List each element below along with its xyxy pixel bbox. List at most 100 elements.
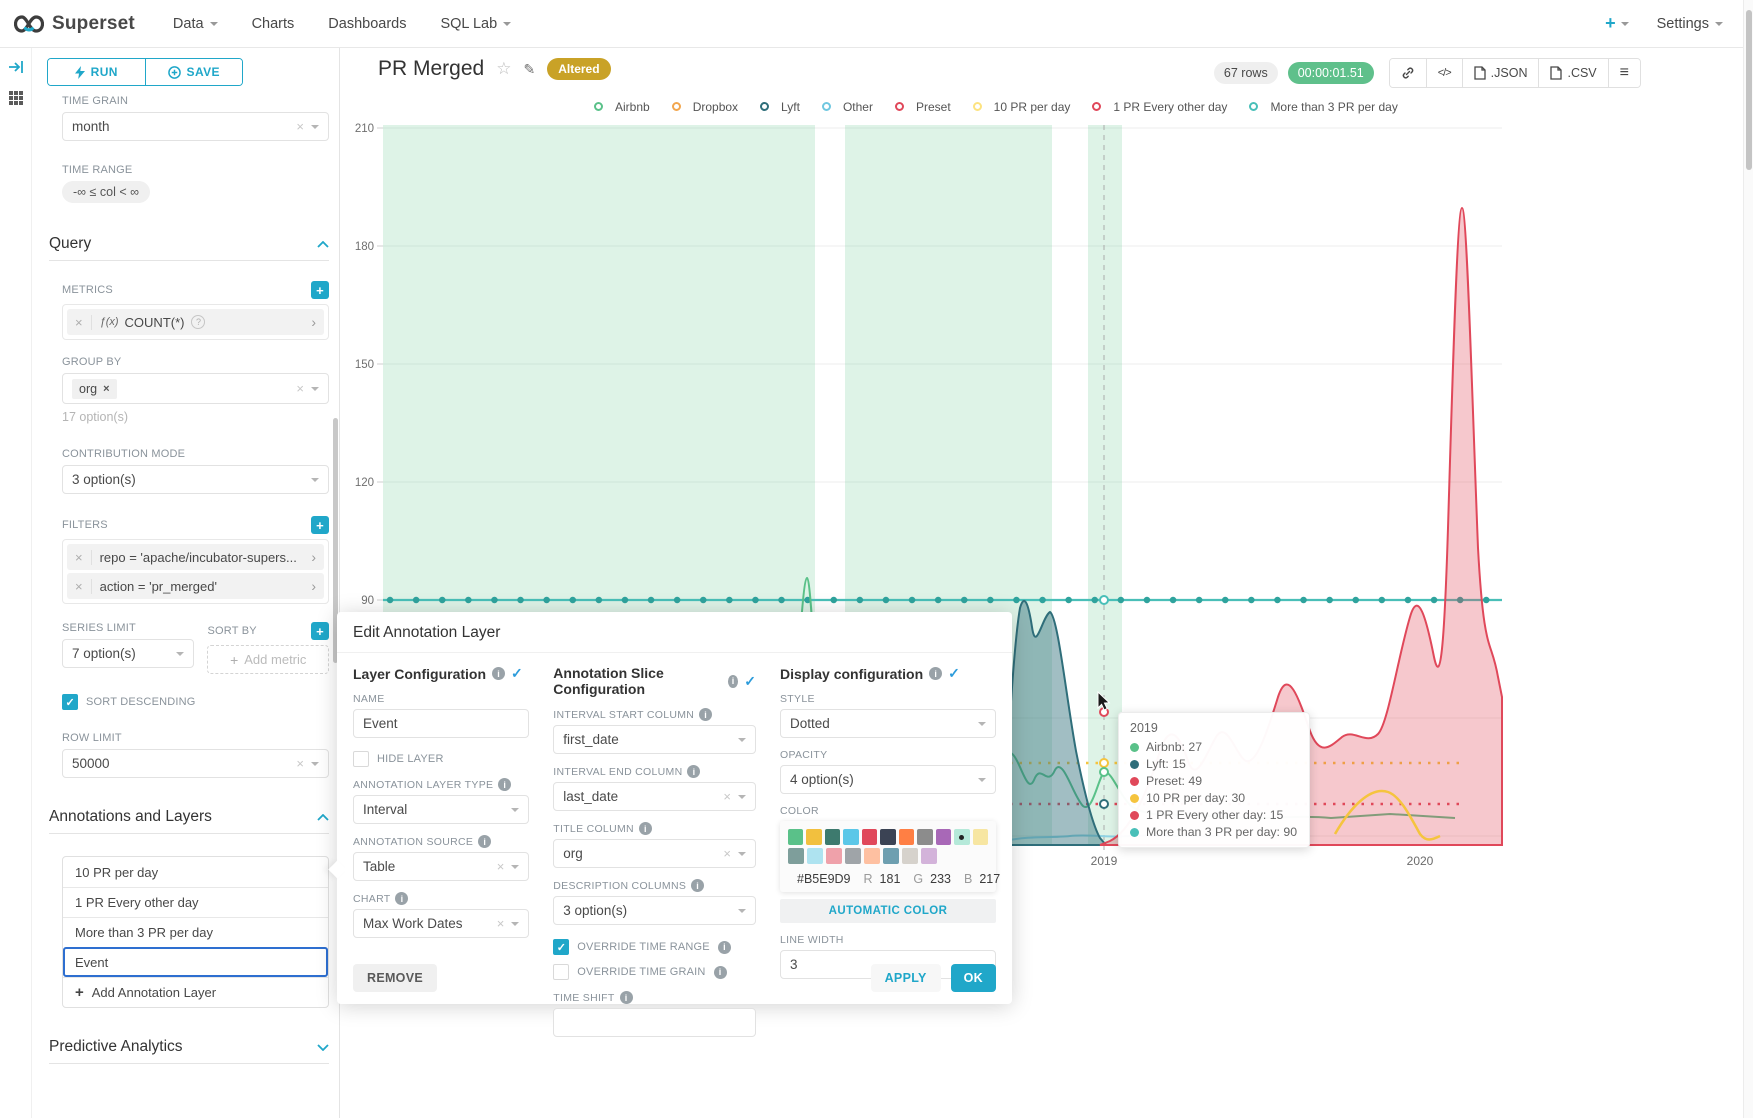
info-icon[interactable]: i — [687, 765, 700, 778]
query-section-header[interactable]: Query — [49, 235, 329, 253]
info-icon[interactable]: i — [492, 667, 505, 680]
row-limit-select[interactable]: 50000 × — [62, 749, 329, 778]
info-icon[interactable]: i — [929, 667, 942, 680]
color-swatch[interactable] — [845, 848, 861, 864]
annotation-layer-type-select[interactable]: Interval — [353, 795, 529, 824]
style-select[interactable]: Dotted — [780, 709, 996, 738]
hide-layer-checkbox[interactable] — [353, 751, 369, 767]
annotation-source-select[interactable]: Table × — [353, 852, 529, 881]
opacity-select[interactable]: 4 option(s) — [780, 765, 996, 794]
annotation-layer-item-selected[interactable]: Event — [63, 947, 328, 977]
remove-button[interactable]: REMOVE — [353, 964, 437, 992]
add-sort-metric-button[interactable]: + — [311, 622, 329, 640]
add-metric-button[interactable]: + — [311, 281, 329, 299]
nav-item-sqllab[interactable]: SQL Lab — [440, 16, 511, 32]
series-limit-select[interactable]: 7 option(s) — [62, 639, 194, 668]
info-icon[interactable]: i — [691, 879, 704, 892]
annotations-section-header[interactable]: Annotations and Layers — [49, 808, 329, 826]
chevron-right-icon[interactable]: › — [311, 578, 316, 594]
add-annotation-layer-button[interactable]: + Add Annotation Layer — [63, 977, 328, 1007]
legend-item[interactable]: Other — [816, 100, 873, 114]
export-csv-button[interactable]: .CSV — [1538, 59, 1607, 87]
legend-item[interactable]: 10 PR per day — [967, 100, 1071, 114]
legend-item[interactable]: Preset — [889, 100, 951, 114]
info-icon[interactable]: i — [639, 822, 652, 835]
color-swatch[interactable] — [864, 848, 880, 864]
clear-icon[interactable]: × — [296, 119, 304, 134]
nav-item-data[interactable]: Data — [173, 16, 218, 32]
info-icon[interactable]: i — [498, 778, 511, 791]
annotation-layer-item[interactable]: More than 3 PR per day — [63, 917, 328, 947]
legend-item[interactable]: More than 3 PR per day — [1243, 100, 1397, 114]
info-icon[interactable]: i — [728, 675, 739, 688]
sort-by-add-metric[interactable]: + Add metric — [207, 645, 329, 674]
color-swatch[interactable] — [902, 848, 918, 864]
filter-pill[interactable]: × repo = 'apache/incubator-supers... › — [67, 544, 324, 570]
interval-end-select[interactable]: last_date × — [553, 782, 756, 811]
more-options-button[interactable]: ≡ — [1608, 59, 1640, 87]
color-swatch[interactable] — [843, 829, 858, 845]
color-swatch[interactable] — [880, 829, 895, 845]
clear-icon[interactable]: × — [296, 381, 304, 396]
remove-metric-icon[interactable]: × — [75, 315, 92, 330]
contribution-mode-select[interactable]: 3 option(s) — [62, 465, 329, 494]
color-swatch[interactable] — [899, 829, 914, 845]
chevron-right-icon[interactable]: › — [311, 549, 316, 565]
page-scrollbar[interactable] — [1743, 0, 1753, 1118]
nav-item-charts[interactable]: Charts — [252, 16, 295, 32]
ok-button[interactable]: OK — [951, 964, 996, 992]
annotation-layer-item[interactable]: 10 PR per day — [63, 857, 328, 887]
color-swatch[interactable] — [788, 829, 803, 845]
color-swatch[interactable] — [788, 848, 804, 864]
time-shift-input[interactable] — [553, 1008, 756, 1037]
superset-logo[interactable]: Superset — [14, 13, 135, 35]
name-input[interactable] — [353, 709, 529, 738]
color-swatch[interactable] — [806, 829, 821, 845]
clear-icon[interactable]: × — [723, 846, 731, 861]
color-swatch[interactable] — [826, 848, 842, 864]
predictive-section-header[interactable]: Predictive Analytics — [49, 1038, 329, 1056]
info-icon[interactable]: i — [395, 892, 408, 905]
automatic-color-button[interactable]: AUTOMATIC COLOR — [780, 899, 996, 923]
annotation-layer-item[interactable]: 1 PR Every other day — [63, 887, 328, 917]
settings-menu[interactable]: Settings — [1657, 16, 1723, 32]
export-json-button[interactable]: .JSON — [1462, 59, 1539, 87]
time-range-pill[interactable]: -∞ ≤ col < ∞ — [62, 181, 150, 203]
color-swatch[interactable] — [807, 848, 823, 864]
info-icon[interactable]: i — [718, 941, 731, 954]
favorite-star-icon[interactable]: ☆ — [496, 59, 511, 79]
legend-item[interactable]: Lyft — [754, 100, 800, 114]
color-swatch[interactable] — [917, 829, 932, 845]
info-icon[interactable]: i — [478, 835, 491, 848]
remove-filter-icon[interactable]: × — [75, 550, 92, 565]
hide-layer-row[interactable]: HIDE LAYER — [353, 751, 529, 767]
title-column-select[interactable]: org × — [553, 839, 756, 868]
time-grain-select[interactable]: month × — [62, 112, 329, 141]
edit-properties-icon[interactable]: ✎ — [523, 61, 535, 78]
legend-item[interactable]: Airbnb — [588, 100, 650, 114]
info-icon[interactable]: i — [699, 708, 712, 721]
sort-descending-row[interactable]: SORT DESCENDING — [62, 694, 329, 710]
share-link-button[interactable] — [1390, 59, 1426, 87]
remove-filter-icon[interactable]: × — [75, 579, 92, 594]
color-swatch[interactable] — [862, 829, 877, 845]
chart-select[interactable]: Max Work Dates × — [353, 909, 529, 938]
chevron-right-icon[interactable]: › — [311, 314, 316, 330]
page-scrollbar-thumb[interactable] — [1746, 10, 1752, 170]
legend-item[interactable]: 1 PR Every other day — [1086, 100, 1227, 114]
apply-button[interactable]: APPLY — [871, 964, 941, 992]
clear-icon[interactable]: × — [296, 756, 304, 771]
color-swatch[interactable] — [973, 829, 988, 845]
sort-descending-checkbox[interactable] — [62, 694, 78, 710]
save-button[interactable]: SAVE — [145, 59, 243, 85]
clear-icon[interactable]: × — [497, 916, 505, 931]
remove-tag-icon[interactable]: × — [103, 383, 109, 395]
description-columns-select[interactable]: 3 option(s) — [553, 896, 756, 925]
color-swatch[interactable] — [936, 829, 951, 845]
clear-icon[interactable]: × — [497, 859, 505, 874]
add-filter-button[interactable]: + — [311, 516, 329, 534]
clear-icon[interactable]: × — [723, 789, 731, 804]
nav-item-dashboards[interactable]: Dashboards — [328, 16, 406, 32]
new-item-button[interactable]: + — [1605, 13, 1629, 34]
embed-code-button[interactable]: </> — [1426, 59, 1462, 87]
